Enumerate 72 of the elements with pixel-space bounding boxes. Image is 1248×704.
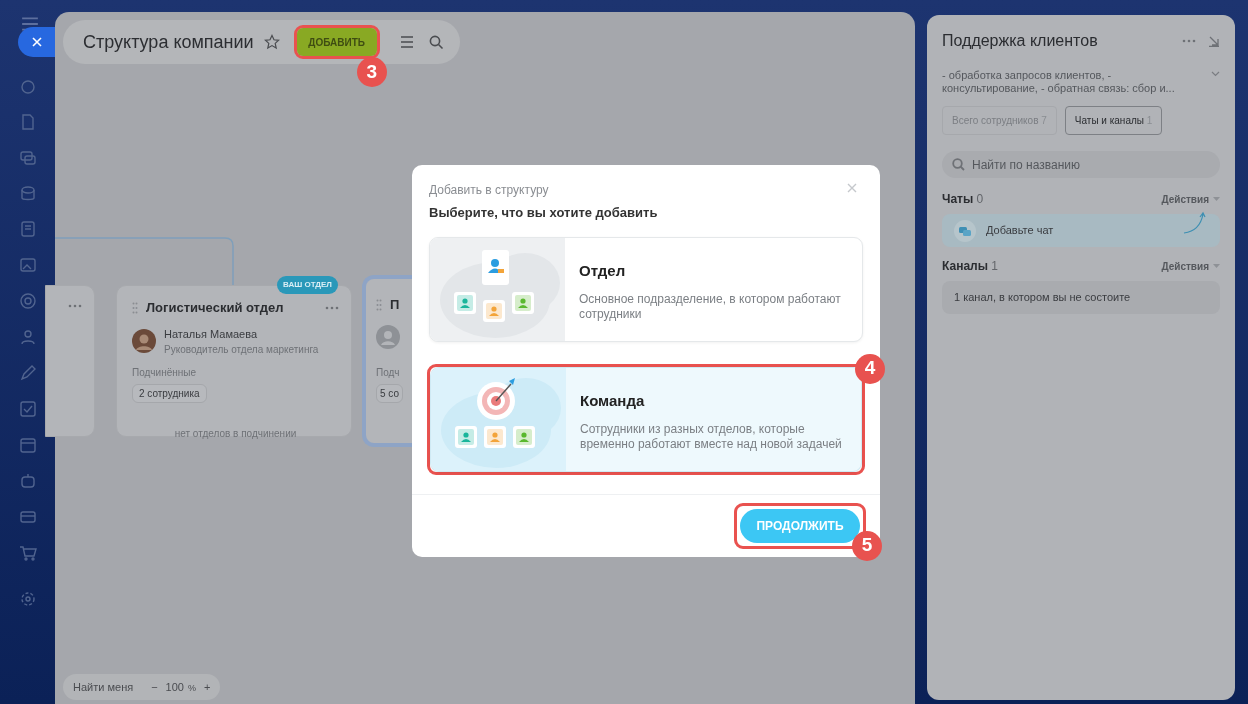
list-item[interactable]: Добавьте чат: [942, 214, 1220, 247]
arrow-icon: [1182, 210, 1208, 235]
list-icon[interactable]: [399, 36, 414, 48]
zoom-in-button[interactable]: +: [203, 678, 211, 696]
gear-icon[interactable]: [19, 590, 37, 608]
option-title: Команда: [580, 390, 646, 411]
department-name: Логистический отдел: [146, 299, 284, 317]
your-department-badge: ВАШ ОТДЕЛ: [277, 276, 338, 294]
cart-icon[interactable]: [19, 544, 37, 562]
actions-dropdown[interactable]: Действия: [1161, 258, 1220, 274]
caret-icon: [1213, 197, 1220, 201]
more-icon[interactable]: [68, 304, 82, 308]
department-name: П: [390, 296, 400, 314]
drag-handle-icon[interactable]: [132, 301, 138, 314]
calendar-icon[interactable]: [19, 436, 37, 454]
star-icon[interactable]: [263, 34, 280, 50]
close-icon[interactable]: [847, 183, 857, 193]
option-card[interactable]: Команда Сотрудники из разных отделов, которые временно работают вместе над новой задачей: [430, 366, 862, 472]
close-button[interactable]: [18, 27, 55, 57]
more-icon[interactable]: [1182, 39, 1196, 43]
database-icon[interactable]: [19, 185, 37, 203]
document-icon[interactable]: [19, 113, 37, 131]
option-card[interactable]: Отдел Основное подразделение, в котором работают сотрудники: [429, 236, 863, 342]
person-role: Руководитель отдела маркетинга: [164, 343, 319, 357]
close-icon: [31, 37, 42, 47]
target-icon[interactable]: [19, 292, 37, 310]
list-item[interactable]: 1 канал, в котором вы не состоите: [942, 281, 1220, 314]
avatar: [376, 324, 400, 349]
dialog-title: Выберите, что вы хотите добавить: [429, 204, 659, 222]
channel-note: 1 канал, в котором вы не состоите: [954, 290, 1131, 306]
pencil-icon[interactable]: [19, 364, 37, 382]
chat-icon: [954, 219, 976, 242]
option-description: Основное подразделение, в котором работают сотрудники: [579, 292, 842, 322]
avatar: [132, 329, 156, 354]
people-icon[interactable]: [19, 328, 37, 346]
zoom-value: 100: [165, 679, 184, 695]
option-title: Отдел: [579, 260, 627, 281]
notes-icon[interactable]: [19, 220, 37, 238]
search-icon[interactable]: [428, 34, 444, 50]
caret-icon: [1213, 264, 1220, 268]
person-name: Наталья Мамаева: [164, 326, 259, 342]
card-icon[interactable]: [19, 508, 37, 526]
search-field[interactable]: Найти по названию: [942, 151, 1220, 178]
step-badge: 3: [356, 57, 387, 87]
option-description: Сотрудники из разных отделов, которые временно работают вместе над новой задачей: [580, 422, 843, 452]
page-title: Структура компании: [83, 30, 254, 54]
actions-dropdown[interactable]: Действия: [1161, 191, 1220, 207]
chat-icon[interactable]: [19, 149, 37, 167]
dialog-subtitle: Добавить в структуру: [429, 182, 549, 199]
drag-handle-icon[interactable]: [376, 298, 382, 311]
add-chat-text: Добавьте чат: [986, 223, 1054, 239]
find-me-link[interactable]: Найти меня: [73, 678, 134, 696]
section-title: Чаты 0: [942, 191, 984, 208]
collapse-icon[interactable]: [1208, 35, 1220, 47]
search-icon: [952, 158, 965, 171]
no-subdepartments-text: нет отделов в подчинении: [173, 427, 298, 441]
subordinates-label: Подч: [376, 365, 401, 380]
image-icon[interactable]: [19, 256, 37, 274]
employee-count[interactable]: 2 сотрудника: [132, 384, 207, 403]
section-title: Каналы 1: [942, 258, 998, 275]
chevron-icon[interactable]: [1211, 71, 1220, 77]
more-icon[interactable]: [325, 305, 339, 310]
employee-count[interactable]: 5 со: [376, 383, 403, 403]
zoom-unit: %: [187, 681, 196, 695]
step-badge: 4: [855, 353, 885, 384]
add-button[interactable]: ДОБАВИТЬ: [296, 28, 377, 56]
zoom-out-button[interactable]: −: [151, 678, 158, 696]
checkbox-icon[interactable]: [19, 400, 37, 418]
subordinates-label: Подчинённые: [132, 366, 198, 380]
department-description: - обработка запросов клиентов, - консультирование, - обратная связь: сбор и...: [942, 69, 1176, 95]
search-input[interactable]: Найти по названию: [970, 154, 1190, 175]
panel-title: Поддержка клиентов: [942, 31, 1098, 51]
